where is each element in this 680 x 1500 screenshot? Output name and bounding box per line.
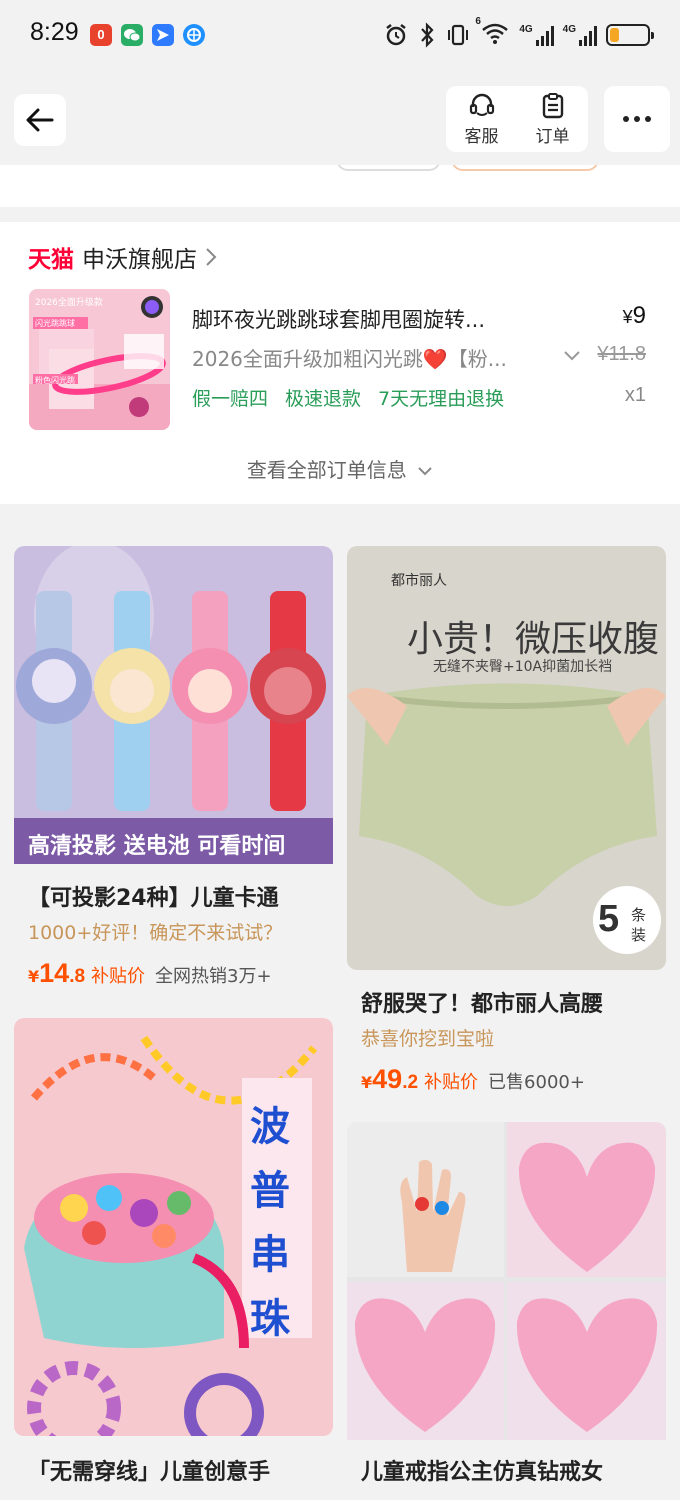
order-card: 天猫 申沃旗舰店 2026全面升级款 闪光跳跳球 粉色闪光跳 脚环夜光跳跳球套脚… bbox=[0, 222, 680, 504]
product-image bbox=[347, 1122, 666, 1440]
product-quantity: x1 bbox=[624, 384, 646, 406]
service-tag: 假一赔四 bbox=[192, 388, 269, 410]
header-actions: 客服 订单 bbox=[446, 86, 588, 152]
product-title: 「无需穿线」儿童创意手 bbox=[28, 1460, 271, 1485]
arrow-left-icon bbox=[26, 108, 54, 132]
recommendation-feed: 高清投影 送电池 可看时间 【可投影24种】儿童卡通 1000+好评！确定不来试… bbox=[0, 516, 680, 1500]
battery-icon bbox=[606, 24, 654, 46]
service-tag: 7天无理由退换 bbox=[378, 388, 505, 410]
clipboard-icon bbox=[542, 93, 563, 119]
product-thumbnail[interactable]: 2026全面升级款 闪光跳跳球 粉色闪光跳 bbox=[29, 289, 170, 430]
view-all-order-info[interactable]: 查看全部订单信息 bbox=[0, 454, 680, 483]
more-dot bbox=[645, 116, 651, 122]
status-time: 8:29 bbox=[30, 18, 79, 46]
status-icons: 6 4G 4G bbox=[383, 16, 654, 52]
bluetooth-icon bbox=[421, 22, 434, 48]
product-subtitle: 恭喜你挖到宝啦 bbox=[361, 1028, 495, 1050]
previous-button-edge bbox=[451, 165, 599, 171]
product-title: 儿童戒指公主仿真钻戒女 bbox=[361, 1460, 604, 1485]
send-app-icon bbox=[152, 24, 174, 46]
original-price: ¥11.8 bbox=[597, 343, 646, 365]
service-tags: 假一赔四 极速退款 7天无理由退换 bbox=[192, 384, 504, 411]
orders-button[interactable]: 订单 bbox=[517, 86, 588, 152]
product-title: 【可投影24种】儿童卡通 bbox=[28, 886, 279, 911]
status-bar: 8:29 0 6 4G 4G bbox=[0, 0, 680, 70]
product-card[interactable]: 高清投影 送电池 可看时间 【可投影24种】儿童卡通 1000+好评！确定不来试… bbox=[14, 546, 333, 1016]
vibrate-icon bbox=[448, 24, 469, 46]
wifi-icon: 6 bbox=[475, 16, 510, 50]
previous-button-edge bbox=[336, 165, 441, 171]
product-title: 舒服哭了！都市丽人高腰 bbox=[361, 992, 604, 1017]
product-price: ¥9 bbox=[622, 302, 646, 329]
tmall-logo: 天猫 bbox=[28, 247, 74, 273]
signal-icon-1: 4G bbox=[519, 24, 554, 46]
more-button[interactable] bbox=[604, 86, 670, 152]
previous-section-edge bbox=[0, 165, 680, 207]
product-title[interactable]: 脚环夜光跳跳球套脚甩圈旋转... bbox=[192, 304, 552, 334]
headset-icon bbox=[469, 93, 494, 116]
service-tag: 极速退款 bbox=[285, 388, 362, 410]
top-nav: 客服 订单 bbox=[0, 70, 680, 165]
back-button[interactable] bbox=[14, 94, 66, 146]
product-image bbox=[14, 546, 333, 864]
wechat-icon bbox=[121, 24, 143, 46]
product-sku[interactable]: 2026全面升级加粗闪光跳❤️【粉... bbox=[192, 343, 507, 372]
customer-service-button[interactable]: 客服 bbox=[446, 86, 517, 152]
chevron-down-icon bbox=[418, 467, 432, 476]
globe-app-icon bbox=[183, 24, 205, 46]
store-link[interactable]: 天猫 申沃旗舰店 bbox=[28, 240, 217, 274]
product-card[interactable]: 波 普 串 珠 「无需穿线」儿童创意手 bbox=[14, 1018, 333, 1500]
more-dot bbox=[634, 116, 640, 122]
signal-icon-2: 4G bbox=[563, 24, 597, 46]
alarm-icon bbox=[386, 24, 407, 46]
more-dot bbox=[623, 116, 629, 122]
product-card[interactable]: 都市丽人 小贵！微压收腹 无缝不夹臀+10A抑菌加长裆 5 条 装 舒服哭了！都… bbox=[347, 546, 666, 1091]
red-app-icon: 0 bbox=[90, 24, 112, 46]
product-price: ¥ 49 .2 补贴价 已售6000+ bbox=[361, 1064, 585, 1091]
product-price: ¥ 14 .8 补贴价 全网热销3万+ bbox=[28, 958, 272, 988]
chevron-right-icon bbox=[206, 248, 217, 266]
product-card[interactable]: 儿童戒指公主仿真钻戒女 bbox=[347, 1122, 666, 1500]
product-subtitle: 1000+好评！确定不来试试？ bbox=[28, 922, 283, 944]
store-name: 申沃旗舰店 bbox=[82, 247, 197, 273]
chevron-down-icon bbox=[564, 351, 580, 361]
